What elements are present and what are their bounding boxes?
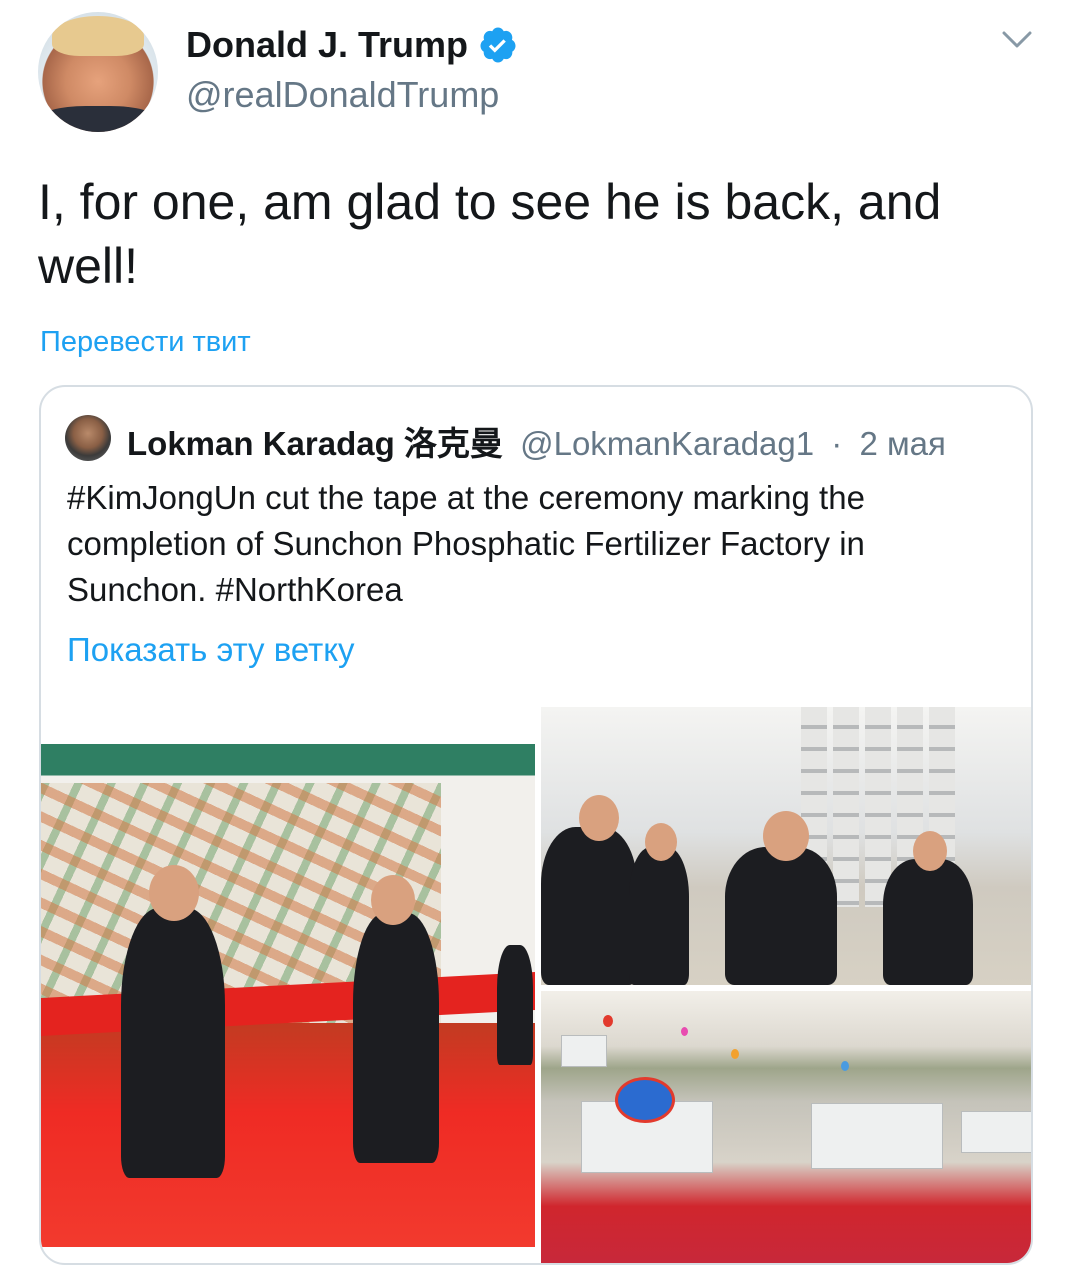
person-head [371,875,415,925]
giant-balloon [615,1077,675,1123]
author-name-row[interactable]: Donald J. Trump [186,24,518,66]
media-photo-factory-visit[interactable] [541,707,1031,985]
chevron-down-icon[interactable] [1000,28,1034,52]
person-figure [121,908,225,1178]
tweet-text: I, for one, am glad to see he is back, a… [38,174,942,294]
factory-building [811,1103,943,1169]
quoted-author-handle: @LokmanKaradag1 [520,425,815,462]
avatar-hair [52,16,144,56]
red-stage [41,1023,535,1247]
translate-tweet-link[interactable]: Перевести твит [40,326,251,359]
factory-building [561,1035,607,1067]
quoted-tweet-date: 2 мая [859,425,946,462]
person-head [579,795,619,841]
media-photo-crowd-celebration[interactable] [541,991,1031,1263]
media-photo-ribbon-cutting[interactable] [41,723,535,1247]
header-separator: · [831,425,843,462]
person-figure [497,945,533,1065]
person-figure [541,827,637,985]
factory-building [961,1111,1031,1153]
person-figure [883,859,973,985]
person-head [645,823,677,861]
balloon [603,1015,613,1027]
author-avatar[interactable] [38,12,158,132]
balloon [841,1061,849,1071]
person-head [913,831,947,871]
show-thread-link[interactable]: Показать эту ветку [67,631,355,669]
factory-silo [865,707,891,907]
person-figure [353,913,439,1163]
quoted-author-name: Lokman Karadag 洛克曼 [127,425,503,462]
person-figure [725,847,837,985]
avatar-suit [38,106,158,132]
quoted-tweet-header: Lokman Karadag 洛克曼 @LokmanKaradag1 · 2 м… [127,417,946,465]
quoted-tweet-text: #KimJongUn cut the tape at the ceremony … [67,479,865,608]
quoted-author-avatar [65,415,111,461]
person-head [149,865,199,921]
factory-silo [833,707,859,907]
balloon [681,1027,688,1036]
balloon [731,1049,739,1059]
quoted-tweet-card[interactable]: Lokman Karadag 洛克曼 @LokmanKaradag1 · 2 м… [39,385,1033,1265]
person-figure [629,847,689,985]
author-handle[interactable]: @realDonaldTrump [186,74,499,116]
author-display-name[interactable]: Donald J. Trump [186,24,468,66]
person-head [763,811,809,861]
verified-badge-icon [480,27,516,63]
